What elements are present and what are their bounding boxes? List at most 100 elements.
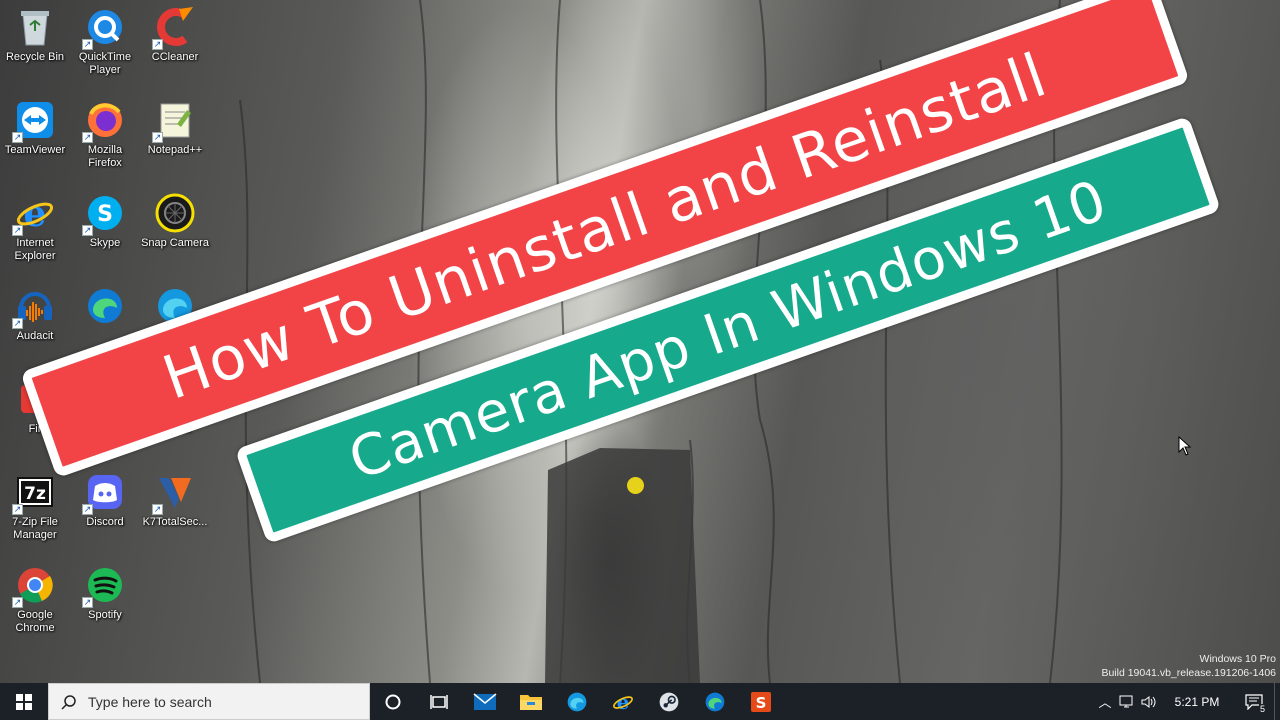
mouse-pointer-icon — [1178, 435, 1192, 461]
desktop-icon-internet-explorer[interactable]: e ↗ Internet Explorer — [0, 186, 70, 272]
edge-taskbar-button[interactable] — [554, 683, 600, 720]
action-center-button[interactable]: 5 — [1234, 683, 1274, 720]
taskbar: Type here to search e S ︿ 5:21 PM 5 — [0, 683, 1280, 720]
windows-logo-icon — [16, 693, 32, 710]
desktop-icon-quicktime[interactable]: ↗ QuickTime Player — [70, 0, 140, 86]
svg-text:S: S — [756, 694, 767, 712]
show-hidden-icons-button[interactable]: ︿ — [1094, 683, 1116, 720]
mail-button[interactable] — [462, 683, 508, 720]
shortcut-arrow-icon: ↗ — [82, 597, 93, 608]
cortana-icon — [385, 694, 401, 709]
system-tray: ︿ 5:21 PM 5 — [1094, 683, 1280, 720]
audacity-icon: ↗ — [12, 285, 56, 329]
edge-dev-taskbar-button[interactable] — [692, 683, 738, 720]
spotify-icon: ↗ — [82, 564, 126, 608]
network-button[interactable] — [1116, 683, 1138, 720]
desktop-icon-7zip[interactable]: 7z ↗ 7-Zip File Manager — [0, 465, 70, 551]
shortcut-arrow-icon: ↗ — [12, 318, 23, 329]
shortcut-arrow-icon: ↗ — [82, 39, 93, 50]
discord-icon: ↗ — [82, 471, 126, 515]
windows-build: Build 19041.vb_release.191206-1406 — [1101, 667, 1276, 679]
task-view-button[interactable] — [416, 683, 462, 720]
start-button[interactable] — [0, 683, 48, 720]
svg-text:7z: 7z — [24, 484, 46, 504]
shortcut-arrow-icon: ↗ — [12, 597, 23, 608]
desktop-icon-label: QuickTime Player — [78, 51, 132, 76]
desktop-icon-skype[interactable]: S ↗ Skype — [70, 186, 140, 272]
svg-text:S: S — [97, 202, 113, 227]
snap-camera-icon — [154, 192, 196, 234]
search-icon — [61, 694, 76, 710]
file-explorer-button[interactable] — [508, 683, 554, 720]
mail-icon — [473, 692, 497, 710]
volume-icon — [1141, 695, 1156, 708]
desktop-icon-chrome[interactable]: ↗ Google Chrome — [0, 558, 70, 644]
desktop-icon-label: Snap Camera — [141, 237, 209, 249]
k7-icon: ↗ — [152, 471, 196, 515]
internet-explorer-icon: e — [613, 691, 633, 713]
desktop-icon-firefox[interactable]: ↗ Mozilla Firefox — [70, 93, 140, 179]
shortcut-arrow-icon: ↗ — [12, 504, 23, 515]
edge-dev-icon — [84, 285, 126, 327]
desktop-icon-label: Discord — [86, 516, 124, 528]
desktop-icon-label: Audacit — [16, 330, 54, 342]
shortcut-arrow-icon: ↗ — [12, 225, 23, 236]
edge-dev-icon — [705, 692, 725, 711]
quicktime-icon: ↗ — [82, 6, 126, 50]
edge-icon — [567, 692, 587, 711]
chevron-up-icon: ︿ — [1098, 695, 1112, 710]
svg-text:e: e — [24, 193, 47, 233]
desktop-icon-label: Skype — [89, 237, 121, 249]
volume-button[interactable] — [1138, 683, 1160, 720]
internet-explorer-taskbar-button[interactable]: e — [600, 683, 646, 720]
taskbar-clock[interactable]: 5:21 PM — [1160, 695, 1234, 709]
desktop-icon-audacity[interactable]: ↗ Audacit — [0, 279, 70, 365]
shortcut-arrow-icon: ↗ — [82, 504, 93, 515]
desktop-icon-label: Spotify — [88, 609, 122, 621]
shortcut-arrow-icon: ↗ — [82, 225, 93, 236]
show-desktop-button[interactable] — [1274, 683, 1280, 720]
desktop-icon-label: TeamViewer — [4, 144, 66, 156]
ccleaner-icon: ↗ — [152, 6, 196, 50]
desktop-icon-snap-camera[interactable]: Snap Camera — [140, 186, 210, 272]
click-highlight-dot — [627, 477, 644, 494]
file-explorer-icon — [520, 694, 542, 710]
snagit-icon: S — [751, 691, 771, 712]
steam-icon — [659, 692, 679, 711]
notification-count: 5 — [1258, 704, 1266, 714]
desktop-icon-teamviewer[interactable]: ↗ TeamViewer — [0, 93, 70, 179]
recycle-bin-icon — [14, 6, 56, 48]
desktop-icon-label: Recycle Bin — [5, 51, 65, 63]
shortcut-arrow-icon: ↗ — [152, 132, 163, 143]
skype-icon: S ↗ — [82, 192, 126, 236]
teamviewer-icon: ↗ — [12, 99, 56, 143]
desktop-icon-notepad-plus-plus[interactable]: ↗ Notepad++ — [140, 93, 210, 179]
chrome-icon: ↗ — [12, 564, 56, 608]
desktop-icon-spotify[interactable]: ↗ Spotify — [70, 558, 140, 644]
cortana-button[interactable] — [370, 683, 416, 720]
desktop-icon-label: Notepad++ — [147, 144, 203, 156]
desktop-icon-label: Mozilla Firefox — [87, 144, 123, 169]
snagit-taskbar-button[interactable]: S — [738, 683, 784, 720]
shortcut-arrow-icon: ↗ — [82, 132, 93, 143]
desktop-icon-label: CCleaner — [151, 51, 199, 63]
taskbar-search-box[interactable]: Type here to search — [48, 683, 370, 720]
notepad-plus-plus-icon: ↗ — [152, 99, 196, 143]
steam-taskbar-button[interactable] — [646, 683, 692, 720]
search-placeholder: Type here to search — [88, 693, 212, 710]
desktop-icon-k7[interactable]: ↗ K7TotalSec... — [140, 465, 210, 551]
internet-explorer-icon: e ↗ — [12, 192, 56, 236]
desktop-icon-label: Google Chrome — [15, 609, 55, 634]
shortcut-arrow-icon: ↗ — [152, 504, 163, 515]
desktop-icon-label: K7TotalSec... — [142, 516, 208, 528]
svg-text:e: e — [617, 691, 630, 713]
windows-watermark: Windows 10 Pro Build 19041.vb_release.19… — [1101, 652, 1276, 680]
windows-edition: Windows 10 Pro — [1199, 653, 1276, 665]
desktop-icon-recycle-bin[interactable]: Recycle Bin — [0, 0, 70, 86]
network-icon — [1119, 695, 1133, 707]
firefox-icon: ↗ — [82, 99, 126, 143]
shortcut-arrow-icon: ↗ — [152, 39, 163, 50]
desktop-icon-ccleaner[interactable]: ↗ CCleaner — [140, 0, 210, 86]
desktop-icon-discord[interactable]: ↗ Discord — [70, 465, 140, 551]
task-view-icon — [430, 694, 448, 709]
